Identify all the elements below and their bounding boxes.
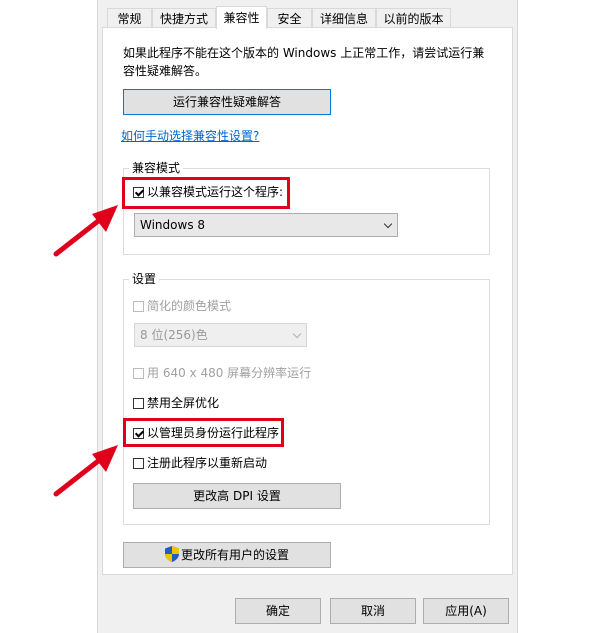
chevron-down-icon — [383, 219, 393, 229]
disable-fullscreen-label: 禁用全屏优化 — [147, 396, 220, 410]
tab-security[interactable]: 安全 — [267, 8, 312, 28]
register-restart-row[interactable]: 注册此程序以重新启动 — [133, 455, 267, 471]
tab-details[interactable]: 详细信息 — [312, 8, 376, 28]
tab-compatibility[interactable]: 兼容性 — [216, 6, 267, 29]
tab-shortcut[interactable]: 快捷方式 — [152, 8, 216, 28]
properties-dialog: 常规 快捷方式 兼容性 安全 详细信息 以前的版本 如果此程序不能在这个版本的 … — [97, 0, 518, 633]
low-res-checkbox[interactable] — [133, 368, 144, 379]
chevron-down-icon — [292, 329, 302, 339]
annotation-arrow-compat-mode — [53, 205, 118, 257]
reduced-color-checkbox[interactable] — [133, 301, 144, 312]
color-depth-value: 8 位(256)色 — [140, 328, 208, 342]
tab-general[interactable]: 常规 — [107, 8, 152, 28]
uac-shield-icon — [164, 546, 179, 562]
low-res-row[interactable]: 用 640 x 480 屏幕分辨率运行 — [133, 365, 311, 381]
register-restart-label: 注册此程序以重新启动 — [147, 456, 268, 470]
manual-settings-link[interactable]: 如何手动选择兼容性设置? — [121, 127, 259, 144]
disable-fullscreen-row[interactable]: 禁用全屏优化 — [133, 395, 219, 411]
annotation-box-run-as-admin — [123, 418, 284, 447]
register-restart-checkbox[interactable] — [133, 458, 144, 469]
ok-button[interactable]: 确定 — [235, 598, 321, 624]
compat-os-selected-value: Windows 8 — [140, 218, 206, 232]
reduced-color-label: 简化的颜色模式 — [147, 299, 232, 313]
change-all-users-button[interactable]: 更改所有用户的设置 — [123, 542, 331, 568]
low-res-label: 用 640 x 480 屏幕分辨率运行 — [147, 366, 312, 380]
compatibility-panel: 如果此程序不能在这个版本的 Windows 上正常工作，请尝试运行兼容性疑难解答… — [102, 27, 513, 575]
compat-os-select[interactable]: Windows 8 — [134, 213, 398, 237]
intro-text: 如果此程序不能在这个版本的 Windows 上正常工作，请尝试运行兼容性疑难解答… — [123, 46, 485, 78]
reduced-color-row[interactable]: 简化的颜色模式 — [133, 298, 231, 314]
compat-mode-group-label: 兼容模式 — [129, 161, 184, 175]
annotation-arrow-run-as-admin — [53, 445, 118, 497]
settings-group-label: 设置 — [129, 272, 160, 286]
change-all-users-label: 更改所有用户的设置 — [180, 548, 289, 562]
annotation-box-compat-mode — [122, 177, 290, 209]
cancel-button[interactable]: 取消 — [330, 598, 416, 624]
tab-previous-versions[interactable]: 以前的版本 — [376, 8, 451, 28]
run-troubleshooter-button[interactable]: 运行兼容性疑难解答 — [123, 89, 331, 115]
apply-button[interactable]: 应用(A) — [423, 598, 509, 624]
color-depth-select[interactable]: 8 位(256)色 — [134, 323, 307, 347]
disable-fullscreen-checkbox[interactable] — [133, 398, 144, 409]
change-dpi-button[interactable]: 更改高 DPI 设置 — [133, 483, 341, 509]
